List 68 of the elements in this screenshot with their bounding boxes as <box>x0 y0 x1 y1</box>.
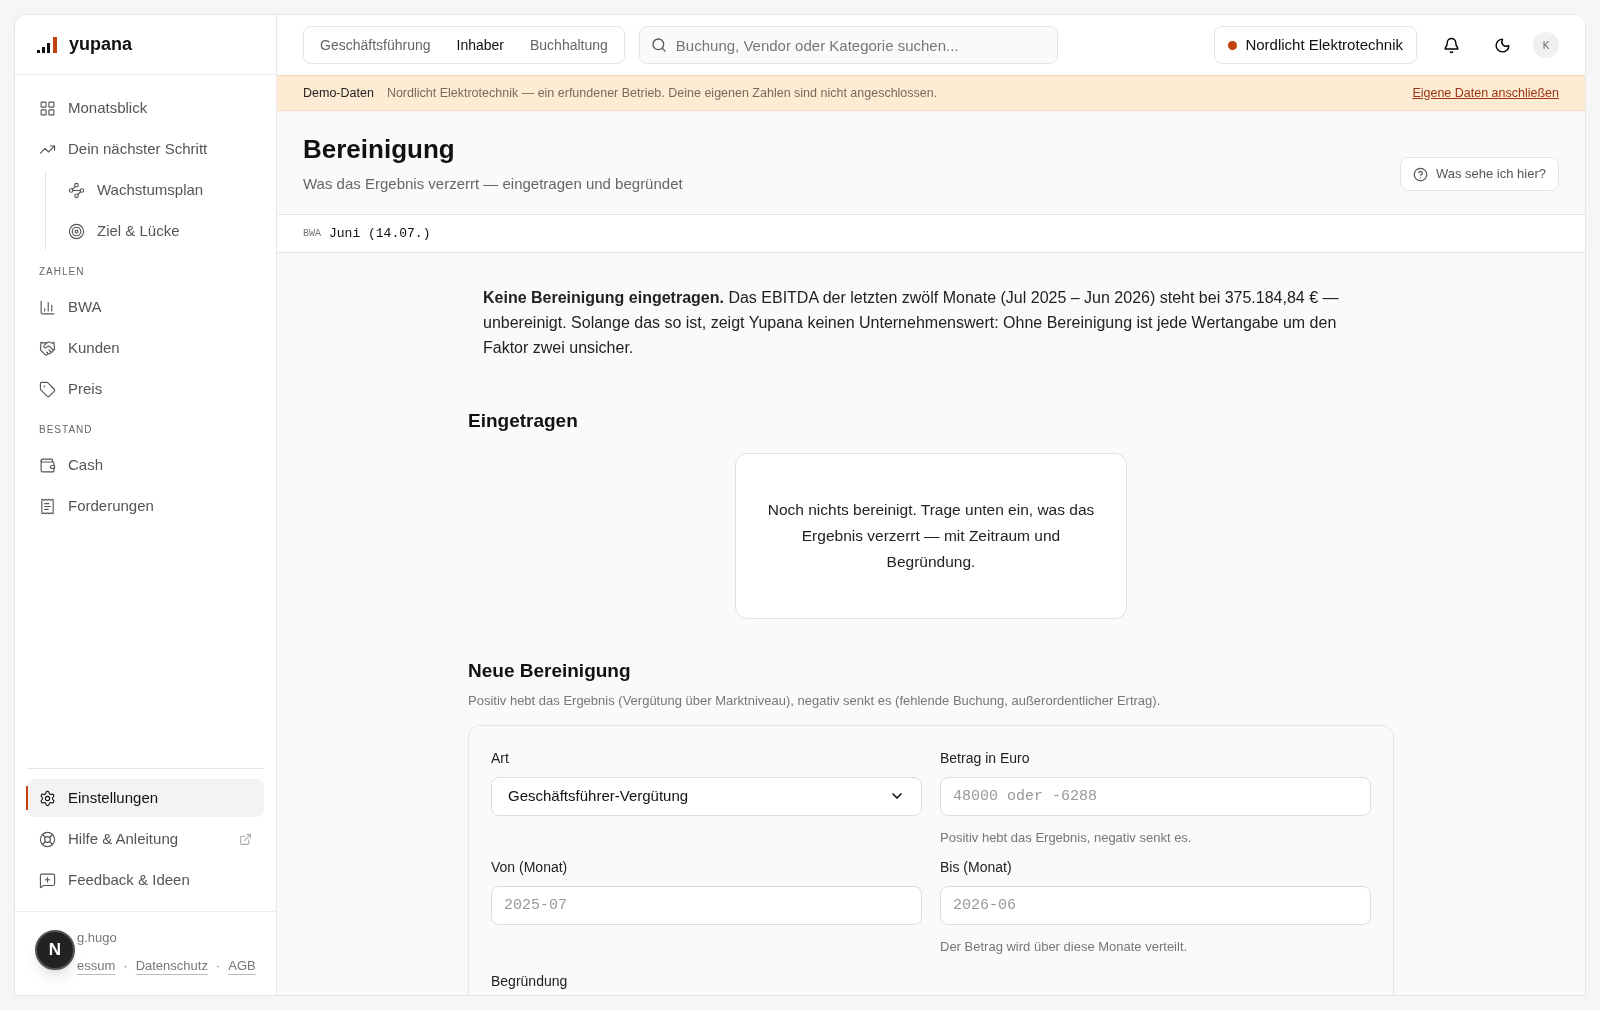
field-label: Begründung <box>491 972 568 989</box>
wallet-icon <box>39 456 56 474</box>
source-period: Juni (14.07.) <box>329 224 431 243</box>
source-label: BWA <box>303 227 321 241</box>
sidebar-item[interactable]: Einstellungen <box>27 779 264 817</box>
user-avatar[interactable]: K <box>1533 32 1559 58</box>
grid-icon <box>39 99 56 117</box>
separator-dot: · <box>123 956 128 975</box>
field-label[interactable]: Bis (Monat) <box>940 857 1371 878</box>
settings-icon <box>39 789 56 807</box>
section-heading: BESTAND <box>38 423 94 437</box>
banner-text: Nordlicht Elektrotechnik — ein erfundener Betrieb. Deine eigenen Zahlen sind nicht angeschlossen. <box>386 84 938 102</box>
target-icon <box>68 222 85 240</box>
section-heading: ZAHLEN <box>38 265 86 279</box>
external-link-icon <box>239 832 252 846</box>
sidebar-item[interactable]: Forderungen <box>27 487 264 525</box>
input-field[interactable]: 2025-07 <box>491 886 922 925</box>
connect-data-link[interactable]: Eigene Daten anschließen <box>1412 83 1559 103</box>
receipt-icon <box>39 497 56 515</box>
field-label[interactable]: Von (Monat) <box>491 857 922 878</box>
help-button[interactable]: Was sehe ich hier? <box>1399 157 1559 191</box>
app-logo: yupana <box>69 33 133 56</box>
search-icon <box>650 37 667 53</box>
banner-label: Demo-Daten <box>303 84 374 102</box>
tag-icon <box>39 380 56 398</box>
handshake-icon <box>39 339 56 357</box>
footer-link[interactable]: Datenschutz <box>135 955 208 975</box>
input-field[interactable]: 2026-06 <box>940 886 1371 925</box>
sidebar-item[interactable]: Ziel & Lücke <box>56 212 264 250</box>
credit-text: g.hugo <box>77 929 118 947</box>
sidebar-item[interactable]: Hilfe & Anleitung <box>27 820 264 858</box>
field-hint: Der Betrag wird über diese Monate verteilt. <box>940 938 1189 956</box>
bar-chart-icon <box>39 298 56 316</box>
separator-dot: · <box>215 956 221 975</box>
sidebar-item[interactable]: BWA <box>27 288 264 326</box>
page-title: Bereinigung <box>303 133 456 165</box>
sidebar-item[interactable]: Feedback & Ideen <box>27 861 264 899</box>
route-icon <box>68 181 85 199</box>
input-field[interactable]: 48000 oder -6288 <box>940 776 1371 816</box>
sidebar-item[interactable]: Wachstumsplan <box>56 171 264 209</box>
sidebar-item[interactable]: Cash <box>27 446 264 484</box>
dev-badge[interactable]: N <box>35 930 75 970</box>
section-description: Positiv hebt das Ergebnis (Vergütung über Marktniveau), negativ senkt es (fehlende Buchung, außerordentlicher Ertrag). <box>468 692 1162 710</box>
view-tab[interactable]: Inhaber <box>444 30 516 60</box>
view-tab[interactable]: Geschäftsführung <box>308 30 443 60</box>
type-select[interactable]: Geschäftsführer-Vergütung <box>491 776 922 816</box>
lifebuoy-icon <box>39 830 56 848</box>
field-label: Art <box>491 748 510 768</box>
section-heading: Eingetragen <box>468 409 579 433</box>
page-subtitle: Was das Ergebnis verzerrt — eingetragen und begründet <box>303 174 683 194</box>
footer-link[interactable]: AGB <box>228 955 256 975</box>
help-icon <box>1412 166 1428 182</box>
section-heading: Neue Bereinigung <box>468 658 632 683</box>
search-field[interactable]: Buchung, Vendor oder Kategorie suchen... <box>638 26 1058 64</box>
field-label[interactable]: Betrag in Euro <box>940 747 1371 769</box>
sidebar-item[interactable]: Dein nächster Schritt <box>27 130 264 168</box>
notification-icon[interactable] <box>1443 36 1460 54</box>
notice-text: Keine Bereinigung eingetragen. Das EBITDA der letzten zwölf Monate (Jul 2025 – Jun 2026) steht bei 375.184,84 € — unbereinigt. Solange das so ist, zeigt Yupana keinen Unternehmenswert: Ohne Bereinigung ist jede Wertangabe um den Faktor zwei unsicher. <box>482 288 1340 358</box>
dark-mode-icon[interactable] <box>1494 36 1511 54</box>
company-switcher[interactable]: Nordlicht Elektrotechnik <box>1214 26 1417 64</box>
field-hint: Positiv hebt das Ergebnis, negativ senkt es. <box>940 828 1193 847</box>
sidebar-item[interactable]: Preis <box>27 370 264 408</box>
footer-link[interactable]: essum <box>77 955 116 975</box>
sidebar-item[interactable]: Monatsblick <box>27 89 264 127</box>
feedback-icon <box>39 871 56 889</box>
empty-state-text: Noch nichts bereinigt. Trage unten ein, was das Ergebnis verzerrt — mit Zeitraum und Begründung. <box>766 499 1096 572</box>
sidebar-item[interactable]: Kunden <box>27 329 264 367</box>
view-tab[interactable]: Buchhaltung <box>518 30 620 60</box>
